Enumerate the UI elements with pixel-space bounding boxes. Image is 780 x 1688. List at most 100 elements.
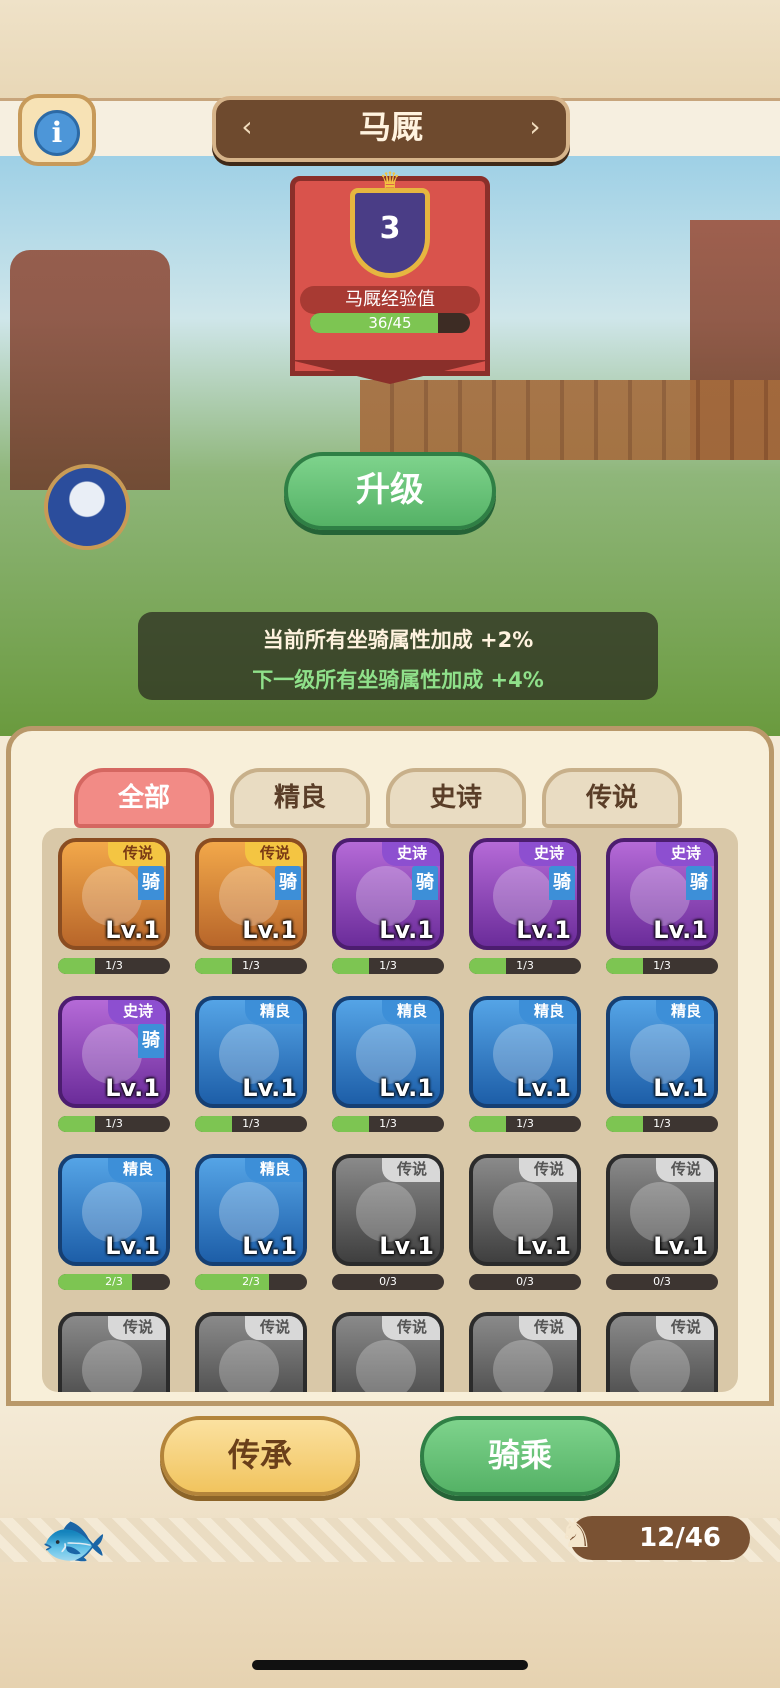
home-indicator	[252, 1660, 528, 1670]
mount-portrait	[82, 1340, 142, 1392]
riding-flag: 骑	[138, 1024, 164, 1058]
mount-card[interactable]: 传说 Lv.1	[332, 1154, 444, 1266]
tab-epic[interactable]: 史诗	[386, 768, 526, 828]
upgrade-button[interactable]: 升级	[284, 452, 496, 530]
mount-card[interactable]: 传说	[58, 1312, 170, 1392]
mount-card[interactable]: 传说	[606, 1312, 718, 1392]
mount-progress-bar: 2/3	[58, 1274, 170, 1290]
next-arrow-icon[interactable]: ›	[518, 112, 552, 142]
mount-progress-bar: 1/3	[195, 958, 307, 974]
wooden-fence	[360, 380, 780, 460]
mount-progress-text: 1/3	[379, 1117, 397, 1130]
rarity-badge: 传说	[108, 1316, 166, 1340]
mount-level: Lv.1	[516, 1074, 571, 1102]
mount-level: Lv.1	[653, 1232, 708, 1260]
ride-button[interactable]: 骑乘	[420, 1416, 620, 1496]
mount-card[interactable]: 精良 Lv.1	[332, 996, 444, 1108]
mount-progress-text: 2/3	[242, 1275, 260, 1288]
mount-card[interactable]: 精良 Lv.1	[469, 996, 581, 1108]
castle-tower-left	[10, 250, 170, 490]
mount-level: Lv.1	[379, 1074, 434, 1102]
mount-progress-text: 1/3	[242, 959, 260, 972]
mount-card[interactable]: 史诗骑 Lv.1	[469, 838, 581, 950]
mount-card[interactable]: 传说 Lv.1	[469, 1154, 581, 1266]
mount-card[interactable]: 史诗骑 Lv.1	[332, 838, 444, 950]
mount-portrait	[493, 1340, 553, 1392]
mount-level: Lv.1	[653, 1074, 708, 1102]
mount-progress-text: 2/3	[105, 1275, 123, 1288]
mount-card[interactable]: 史诗骑 Lv.1	[606, 838, 718, 950]
mount-progress-bar: 1/3	[195, 1116, 307, 1132]
mount-card[interactable]: 史诗骑 Lv.1	[58, 996, 170, 1108]
mount-progress-text: 1/3	[105, 959, 123, 972]
mount-grid: 传说骑 Lv.1 1/3 传说骑 Lv.1 1/3 史诗骑 Lv.1 1/3 史诗骑 Lv.1 1/3…	[42, 828, 738, 1392]
mount-progress-text: 1/3	[379, 959, 397, 972]
mount-card[interactable]: 传说 Lv.1	[606, 1154, 718, 1266]
rarity-badge: 传说	[656, 1158, 714, 1182]
riding-flag: 骑	[549, 866, 575, 900]
page-title: 马厩	[358, 108, 423, 146]
inherit-button[interactable]: 传承	[160, 1416, 360, 1496]
player-avatar[interactable]	[44, 464, 130, 550]
mount-progress-bar: 1/3	[332, 958, 444, 974]
exp-label: 马厩经验值	[300, 286, 480, 314]
fish-bone-icon[interactable]: 🐟	[40, 1508, 148, 1572]
mount-card[interactable]: 精良 Lv.1	[195, 996, 307, 1108]
tab-fine[interactable]: 精良	[230, 768, 370, 828]
collection-count: 12/46	[639, 1523, 721, 1553]
top-decor-band	[0, 0, 780, 100]
mount-progress-bar: 1/3	[469, 958, 581, 974]
rarity-badge: 精良	[382, 1000, 440, 1024]
mount-progress-bar: 1/3	[469, 1116, 581, 1132]
mount-progress-bar: 0/3	[332, 1274, 444, 1290]
riding-flag: 骑	[275, 866, 301, 900]
mount-progress-text: 1/3	[653, 1117, 671, 1130]
rarity-badge: 传说	[382, 1158, 440, 1182]
stable-level-badge: 3	[350, 188, 430, 278]
mount-card[interactable]: 传说骑 Lv.1	[195, 838, 307, 950]
mount-level: Lv.1	[105, 1232, 160, 1260]
mount-level: Lv.1	[379, 916, 434, 944]
rarity-badge: 传说	[656, 1316, 714, 1340]
riding-flag: 骑	[138, 866, 164, 900]
mount-progress-bar: 1/3	[606, 1116, 718, 1132]
rarity-badge: 精良	[245, 1000, 303, 1024]
mount-level: Lv.1	[242, 916, 297, 944]
mount-card[interactable]: 传说	[469, 1312, 581, 1392]
tab-all[interactable]: 全部	[74, 768, 214, 828]
bonus-next: 下一级所有坐骑属性加成 +4%	[252, 668, 544, 692]
mount-level: Lv.1	[516, 1232, 571, 1260]
rarity-badge: 传说	[245, 842, 303, 866]
info-icon[interactable]: i	[34, 110, 80, 156]
mount-level: Lv.1	[105, 916, 160, 944]
mount-progress-text: 1/3	[653, 959, 671, 972]
mount-progress-bar: 1/3	[332, 1116, 444, 1132]
prev-arrow-icon[interactable]: ‹	[230, 112, 264, 142]
mount-progress-bar: 1/3	[58, 1116, 170, 1132]
riding-flag: 骑	[686, 866, 712, 900]
mount-progress-bar: 0/3	[469, 1274, 581, 1290]
rarity-badge: 精良	[656, 1000, 714, 1024]
mount-level: Lv.1	[242, 1232, 297, 1260]
tab-legend[interactable]: 传说	[542, 768, 682, 828]
mount-progress-text: 1/3	[242, 1117, 260, 1130]
mount-card[interactable]: 精良 Lv.1	[195, 1154, 307, 1266]
mount-card[interactable]: 传说骑 Lv.1	[58, 838, 170, 950]
horse-icon: ♞	[558, 1511, 594, 1557]
mount-progress-text: 0/3	[653, 1275, 671, 1288]
mount-level: Lv.1	[105, 1074, 160, 1102]
mount-progress-text: 1/3	[516, 959, 534, 972]
riding-flag: 骑	[412, 866, 438, 900]
mount-level: Lv.1	[516, 916, 571, 944]
mount-card[interactable]: 传说	[195, 1312, 307, 1392]
mount-portrait	[219, 1340, 279, 1392]
rarity-badge: 精良	[108, 1158, 166, 1182]
rarity-badge: 精良	[519, 1000, 577, 1024]
mount-level: Lv.1	[242, 1074, 297, 1102]
mount-level: Lv.1	[653, 916, 708, 944]
rarity-badge: 传说	[245, 1316, 303, 1340]
mount-card[interactable]: 精良 Lv.1	[606, 996, 718, 1108]
mount-card[interactable]: 精良 Lv.1	[58, 1154, 170, 1266]
mount-progress-text: 0/3	[379, 1275, 397, 1288]
mount-card[interactable]: 传说	[332, 1312, 444, 1392]
